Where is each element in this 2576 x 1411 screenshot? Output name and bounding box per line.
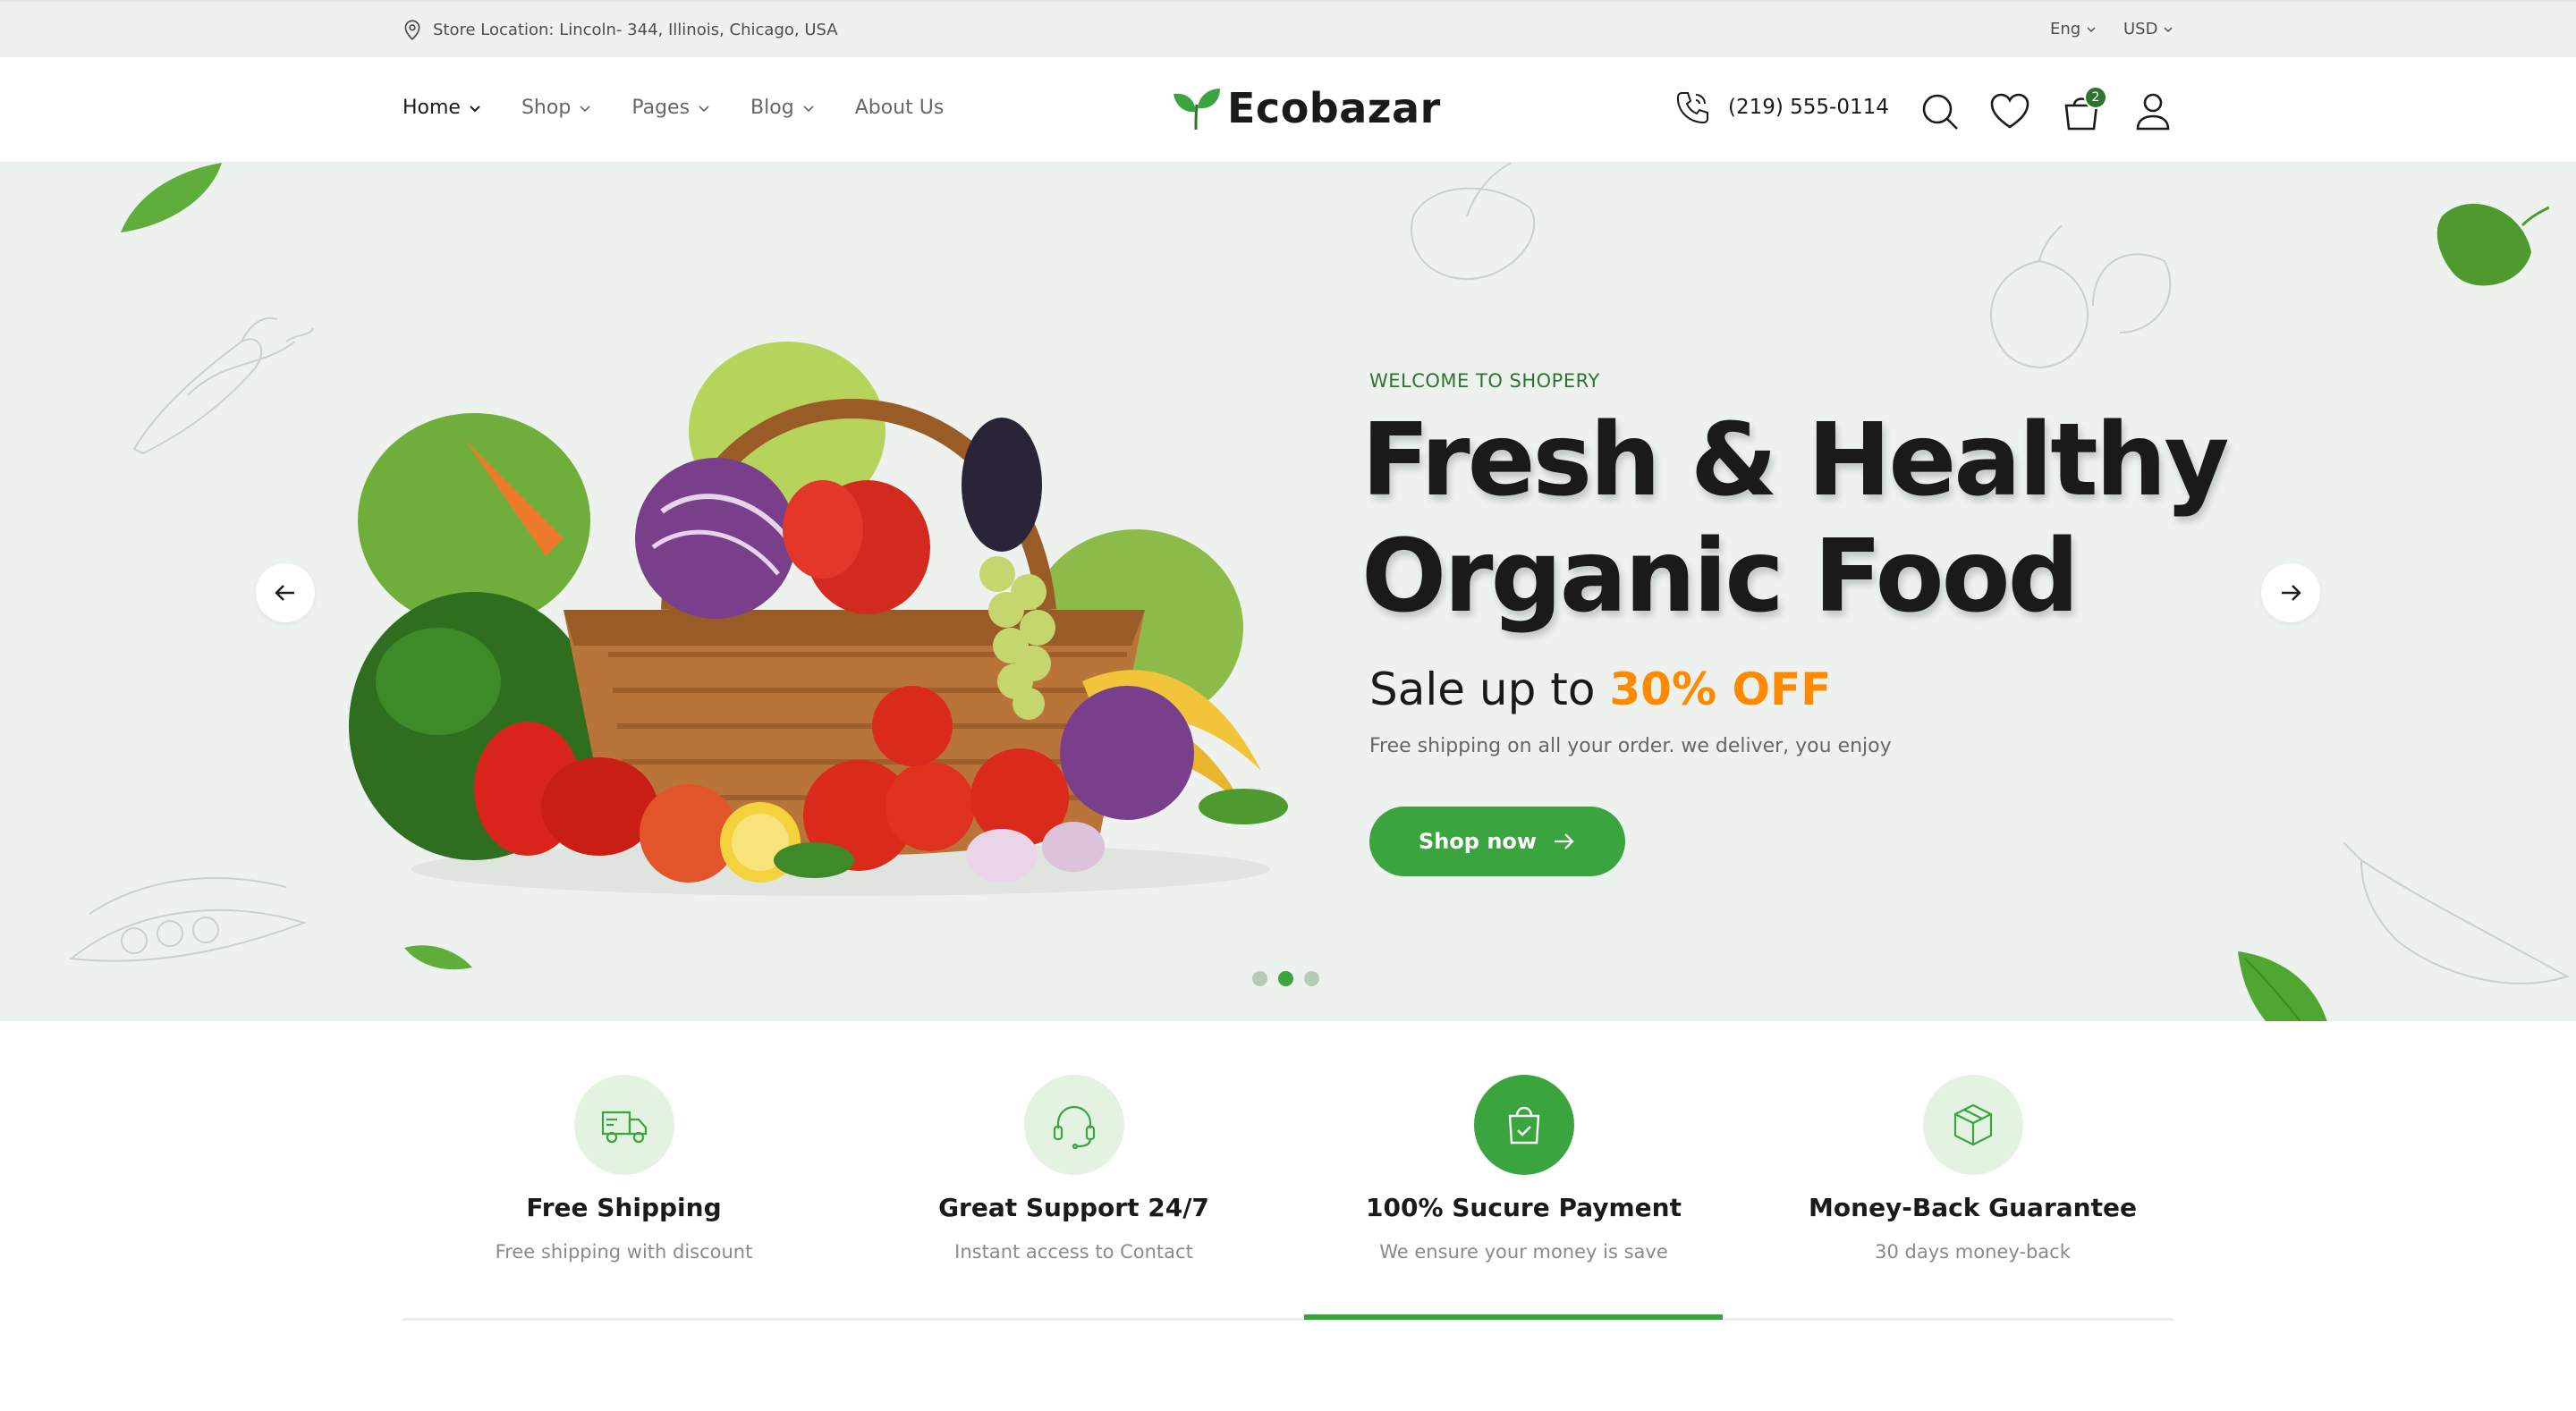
hero-headline-line2: Organic Food xyxy=(1361,519,2080,635)
feature-icon-bg xyxy=(573,1075,674,1175)
feature-support: Great Support 24/7 Instant access to Con… xyxy=(852,1021,1295,1321)
heart-icon[interactable] xyxy=(1989,91,2030,132)
arrow-right-icon xyxy=(2282,585,2301,601)
hero-shipping-note: Free shipping on all your order. we deli… xyxy=(1369,735,1892,757)
feature-title: Great Support 24/7 xyxy=(938,1193,1209,1222)
chevron-down-icon xyxy=(580,105,590,112)
shop-now-button[interactable]: Shop now xyxy=(1369,807,1625,876)
nav-item-label: Home xyxy=(402,97,461,119)
leaf-decoration-icon xyxy=(121,163,222,232)
hero-banner: WELCOME TO SHOPERY Fresh & Healthy Organ… xyxy=(0,163,2576,1021)
site-logo[interactable]: Ecobazar xyxy=(1172,84,1441,132)
feature-free-shipping: Free Shipping Free shipping with discoun… xyxy=(402,1021,845,1321)
chevron-down-icon xyxy=(470,105,480,112)
feature-subtitle: 30 days money-back xyxy=(1875,1241,2071,1263)
nav-item-about-us[interactable]: About Us xyxy=(855,97,945,119)
onion-doodle-icon xyxy=(1989,224,2172,368)
feature-title: Money-Back Guarantee xyxy=(1809,1193,2137,1222)
nav-item-label: Blog xyxy=(750,97,794,119)
chevron-down-icon xyxy=(803,105,814,112)
store-location-text: Store Location: Lincoln- 344, Illinois, … xyxy=(433,20,838,39)
leaf-decoration-icon xyxy=(2238,951,2327,1021)
feature-subtitle: Instant access to Contact xyxy=(954,1241,1193,1263)
hero-welcome-text: WELCOME TO SHOPERY xyxy=(1369,370,1600,392)
nav-item-label: Pages xyxy=(631,97,691,119)
nav-item-label: About Us xyxy=(854,97,945,119)
leaf-decoration-icon xyxy=(404,945,472,970)
top-bar: Store Location: Lincoln- 344, Illinois, … xyxy=(0,0,2576,57)
language-select[interactable]: Eng xyxy=(2050,20,2097,38)
feature-subtitle: We ensure your money is save xyxy=(1379,1241,1668,1263)
arrow-right-icon xyxy=(1555,833,1574,849)
chevron-down-icon xyxy=(699,105,709,112)
feature-title: Free Shipping xyxy=(526,1193,722,1222)
sale-prefix: Sale up to xyxy=(1369,663,1596,715)
nav-item-label: Shop xyxy=(521,97,572,119)
main-nav: Home Shop Pages Blog About Us xyxy=(402,97,944,119)
slider-pagination xyxy=(1252,971,1319,986)
headset-icon xyxy=(1053,1105,1095,1150)
phone-number: (219) 555-0114 xyxy=(1728,96,1889,119)
search-icon[interactable] xyxy=(1919,91,1961,132)
sale-highlight: 30% OFF xyxy=(1609,663,1832,715)
shop-now-label: Shop now xyxy=(1418,829,1538,854)
next-slide-button[interactable] xyxy=(2261,563,2320,622)
chevron-down-icon xyxy=(2087,26,2096,32)
currency-value: USD xyxy=(2123,20,2158,38)
feature-icon-bg xyxy=(1922,1075,2023,1175)
leaf-decoration-icon xyxy=(2436,203,2549,286)
veggie-doodle-icon xyxy=(1411,163,1536,281)
feature-subtitle: Free shipping with discount xyxy=(495,1241,753,1263)
user-icon[interactable] xyxy=(2132,91,2174,132)
shopping-bag-icon xyxy=(1508,1106,1539,1145)
phone-contact[interactable]: (219) 555-0114 xyxy=(1673,88,1889,127)
store-location: Store Location: Lincoln- 344, Illinois, … xyxy=(401,18,838,41)
feature-title: 100% Sucure Payment xyxy=(1366,1193,1682,1222)
carrot-doodle-icon xyxy=(2343,842,2570,984)
map-pin-icon xyxy=(404,20,420,40)
chevron-down-icon xyxy=(2164,26,2173,32)
feature-icon-bg xyxy=(1023,1075,1124,1175)
prev-slide-button[interactable] xyxy=(256,563,315,622)
hero-sale-text: Sale up to 30% OFF xyxy=(1369,663,1831,715)
leaf-logo-icon xyxy=(1174,89,1220,131)
phone-icon xyxy=(1676,92,1708,124)
feature-secure-payment: 100% Sucure Payment We ensure your money… xyxy=(1302,1021,1745,1321)
truck-icon xyxy=(601,1111,647,1144)
feature-money-back: Money-Back Guarantee 30 days money-back xyxy=(1751,1021,2194,1321)
nav-item-blog[interactable]: Blog xyxy=(750,97,816,119)
slide-dot-2[interactable] xyxy=(1278,971,1293,986)
features-strip: Free Shipping Free shipping with discoun… xyxy=(402,1021,2174,1321)
pepper-doodle-icon xyxy=(132,317,314,455)
slide-dot-3[interactable] xyxy=(1304,971,1319,986)
vegetable-basket-image xyxy=(349,342,1288,896)
nav-item-pages[interactable]: Pages xyxy=(631,97,711,119)
features-divider xyxy=(402,1318,2174,1321)
language-value: Eng xyxy=(2050,20,2081,38)
arrow-left-icon xyxy=(275,585,294,601)
hero-headline-line1: Fresh & Healthy xyxy=(1361,402,2230,519)
logo-text: Ecobazar xyxy=(1227,84,1441,132)
nav-item-shop[interactable]: Shop xyxy=(521,97,592,119)
currency-select[interactable]: USD xyxy=(2123,20,2174,38)
cart-count-badge: 2 xyxy=(2084,86,2107,109)
feature-icon-bg xyxy=(1473,1075,1574,1175)
hero-headline: Fresh & Healthy Organic Food xyxy=(1361,402,2230,635)
nav-item-home[interactable]: Home xyxy=(402,97,482,119)
package-icon xyxy=(1953,1103,1992,1146)
pea-pod-doodle-icon xyxy=(69,877,308,962)
slide-dot-1[interactable] xyxy=(1252,971,1267,986)
main-header: Home Shop Pages Blog About Us Ecobazar (… xyxy=(0,57,2576,163)
features-active-indicator xyxy=(1304,1314,1723,1320)
